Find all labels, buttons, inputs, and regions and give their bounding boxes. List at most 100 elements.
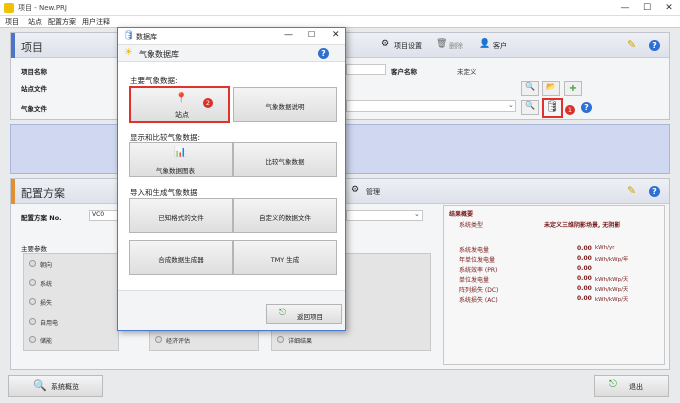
pencil-icon[interactable]: ✎ <box>627 184 636 197</box>
project-name-label: 项目名称 <box>21 68 47 76</box>
client-name-label: 客户名称 <box>391 68 417 76</box>
result-unit: kWh/kWp/天 <box>595 287 629 293</box>
option-losses[interactable]: 损失 <box>40 298 52 307</box>
result-label: 系统损失 (AC) <box>459 297 498 304</box>
minimize-button[interactable]: — <box>614 0 636 16</box>
radio-self-consumption[interactable] <box>29 318 36 325</box>
result-unit: kWh/kWp/天 <box>595 277 629 283</box>
dialog-header: ☀ 气象数据库 ? <box>118 44 345 62</box>
sun-cloud-icon: ☀ <box>124 47 133 58</box>
dialog-title-bar: 🛢 数据库 — ☐ ✕ <box>118 28 345 44</box>
manage-button[interactable]: 管理 <box>366 187 380 197</box>
project-settings-button[interactable]: 项目设置 <box>394 41 422 51</box>
met-search-icon[interactable]: 🔍 <box>521 100 539 115</box>
result-value: 0.00 <box>577 255 592 262</box>
results-title: 结果概要 <box>449 211 474 218</box>
chevron-down-icon: ⌄ <box>414 210 420 218</box>
result-label: 阵列损失 (DC) <box>459 287 499 294</box>
result-value: 0.00 <box>577 295 592 302</box>
system-type-value: 未定义三维阴影场景, 无阴影 <box>544 222 621 229</box>
back-label: 返回项目 <box>297 313 323 321</box>
radio-system[interactable] <box>29 279 36 286</box>
client-button[interactable]: 客户 <box>493 41 507 51</box>
main-params-label: 主要参数 <box>21 245 47 253</box>
radio-losses[interactable] <box>29 298 36 305</box>
dialog-help-icon[interactable]: ? <box>318 48 329 59</box>
pencil-icon[interactable]: ✎ <box>627 38 636 51</box>
synthetic-generator-label: 合成数据生成器 <box>158 256 204 264</box>
met-description-button[interactable]: 气象数据说明 <box>233 87 337 122</box>
dialog-maximize-button[interactable]: ☐ <box>308 30 315 39</box>
config-title: 配置方案 <box>21 187 65 200</box>
accent-bar <box>11 33 15 58</box>
option-detailed[interactable]: 详细结果 <box>288 336 312 345</box>
accent-bar <box>11 179 15 204</box>
back-to-project-button[interactable]: ⎋ 返回项目 <box>266 304 342 324</box>
option-economic[interactable]: 经济评估 <box>166 336 190 345</box>
result-value: 0.00 <box>577 245 592 252</box>
dialog-title: 数据库 <box>136 33 157 41</box>
variant-name-field[interactable] <box>346 210 423 221</box>
dialog-close-button[interactable]: ✕ <box>332 30 340 40</box>
menu-variant[interactable]: 配置方案 <box>48 17 76 27</box>
step-badge-1: 1 <box>565 105 575 115</box>
radio-orientation[interactable] <box>29 260 36 267</box>
close-button[interactable]: ✕ <box>658 0 680 16</box>
trash-icon: 🗑 <box>436 39 448 49</box>
database-icon: 🛢 <box>123 31 135 41</box>
app-icon <box>4 3 14 13</box>
site-button[interactable]: 📍 站点 <box>129 86 230 123</box>
system-type-label: 系统类型 <box>459 222 484 229</box>
option-self-consumption[interactable]: 自用电 <box>40 318 58 327</box>
option-storage[interactable]: 储能 <box>40 336 52 345</box>
met-chart-button[interactable]: 📊 气象数据图表 <box>129 142 233 177</box>
radio-storage[interactable] <box>29 336 36 343</box>
menu-project[interactable]: 项目 <box>5 17 19 27</box>
tmy-generation-button[interactable]: TMY 生成 <box>233 240 337 275</box>
site-search-icon[interactable]: 🔍 <box>521 81 539 96</box>
known-format-button[interactable]: 已知格式的文件 <box>129 198 233 233</box>
delete-button[interactable]: 删除 <box>449 41 463 51</box>
synthetic-generator-button[interactable]: 合成数据生成器 <box>129 240 233 275</box>
dialog-minimize-button[interactable]: — <box>284 30 293 40</box>
maximize-button[interactable]: ☐ <box>636 0 658 16</box>
result-value: 0.00 <box>577 275 592 282</box>
back-icon: ⎋ <box>279 308 287 318</box>
help-icon[interactable]: ? <box>649 40 660 51</box>
project-name-field[interactable] <box>346 64 386 75</box>
met-file-select[interactable] <box>346 100 516 112</box>
radio-economic[interactable] <box>155 336 162 343</box>
compare-met-label: 比较气象数据 <box>265 158 305 166</box>
compare-met-button[interactable]: 比较气象数据 <box>233 142 337 177</box>
site-file-label: 站点文件 <box>21 85 47 93</box>
help-icon[interactable]: ? <box>649 186 660 197</box>
database-dialog: 🛢 数据库 — ☐ ✕ ☀ 气象数据库 ? 主要气象数据: 📍 站点 2 气象数… <box>117 27 346 331</box>
manage-gear-icon: ⚙ <box>351 185 360 195</box>
search-icon: 🔍 <box>33 379 47 392</box>
result-unit: kWh/kWp/天 <box>595 297 629 303</box>
custom-file-button[interactable]: 自定义的数据文件 <box>233 198 337 233</box>
variant-select[interactable]: VC0 <box>89 210 119 221</box>
exit-button[interactable]: ⎋ 退出 <box>594 375 669 397</box>
chart-icon: 📊 <box>174 147 187 158</box>
result-value: 0.00 <box>577 285 592 292</box>
tmy-generation-label: TMY 生成 <box>270 256 300 264</box>
system-overview-button[interactable]: 🔍 系统概览 <box>8 375 103 397</box>
met-description-label: 气象数据说明 <box>265 103 305 111</box>
met-chart-label: 气象数据图表 <box>156 167 195 175</box>
exit-label: 退出 <box>629 383 643 391</box>
overview-label: 系统概览 <box>51 383 79 391</box>
option-orientation[interactable]: 朝向 <box>40 260 52 269</box>
add-icon[interactable]: + <box>564 81 582 96</box>
window-title: 项目 - New.PRJ <box>18 4 67 12</box>
option-system[interactable]: 系统 <box>40 279 52 288</box>
met-help-icon[interactable]: ? <box>581 102 592 113</box>
radio-detailed[interactable] <box>277 336 284 343</box>
menu-site[interactable]: 站点 <box>28 17 42 27</box>
title-bar: 项目 - New.PRJ — ☐ ✕ <box>0 0 680 16</box>
menu-user-notes[interactable]: 用户注释 <box>82 17 110 27</box>
site-button-label: 站点 <box>175 111 189 119</box>
result-label: 年单位发电量 <box>459 257 496 264</box>
folder-icon[interactable]: 📂 <box>542 81 560 96</box>
database-icon[interactable]: 🛢 <box>545 100 559 113</box>
